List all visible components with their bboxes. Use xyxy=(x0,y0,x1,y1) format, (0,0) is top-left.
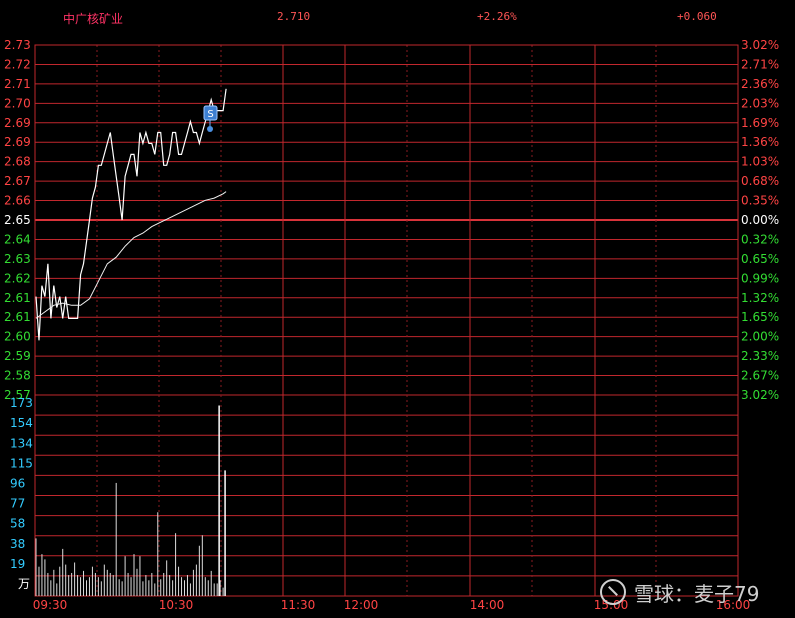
price-tick-label: 2.68 xyxy=(4,155,31,169)
snowball-logo-icon xyxy=(600,579,626,605)
volume-tick-label: 19 xyxy=(10,557,25,571)
price-tick-label: 2.63 xyxy=(4,252,31,266)
volume-tick-label: 115 xyxy=(10,456,33,470)
price-tick-label: 2.66 xyxy=(4,194,31,208)
time-tick-label: 12:00 xyxy=(344,598,379,612)
marker-label: S xyxy=(207,109,213,120)
watermark: 雪球：麦子79 xyxy=(600,578,759,607)
time-tick-label: 14:00 xyxy=(470,598,505,612)
price-tick-label: 2.60 xyxy=(4,330,31,344)
volume-tick-label: 173 xyxy=(10,396,33,410)
volume-tick-label: 58 xyxy=(10,517,25,531)
percent-tick-label: 2.36% xyxy=(741,77,779,91)
volume-tick-label: 万 xyxy=(18,577,30,591)
percent-tick-label: 0.32% xyxy=(741,232,779,246)
chart-frame xyxy=(34,44,739,597)
watermark-brand: 雪球 xyxy=(634,582,674,606)
percent-tick-label: 0.68% xyxy=(741,174,779,188)
price-tick-label: 2.72 xyxy=(4,57,31,71)
time-tick-label: 09:30 xyxy=(33,598,68,612)
percent-tick-label: 1.69% xyxy=(741,116,779,130)
price-tick-label: 2.65 xyxy=(4,213,31,227)
price-tick-label: 2.69 xyxy=(4,135,31,149)
percent-tick-label: 0.65% xyxy=(741,252,779,266)
percent-tick-label: 1.65% xyxy=(741,310,779,324)
chart-axes: 2.73 3.02% 2.72 2.71% 2.71 2.36% 2.70 2.03% 2.69… xyxy=(4,38,779,612)
volume-tick-label: 38 xyxy=(10,537,25,551)
price-tick-label: 2.62 xyxy=(4,271,31,285)
percent-tick-label: 1.32% xyxy=(741,291,779,305)
percent-tick-label: 1.36% xyxy=(741,135,779,149)
percent-tick-label: 0.99% xyxy=(741,271,779,285)
watermark-separator: ： xyxy=(674,582,694,606)
percent-tick-label: 2.00% xyxy=(741,330,779,344)
intraday-chart[interactable]: 2.73 3.02% 2.72 2.71% 2.71 2.36% 2.70 2.03% 2.69… xyxy=(0,0,795,618)
percent-tick-label: 2.03% xyxy=(741,96,779,110)
percent-tick-label: 3.02% xyxy=(741,38,779,52)
volume-tick-label: 77 xyxy=(10,497,25,511)
percent-tick-label: 0.00% xyxy=(741,213,779,227)
price-tick-label: 2.64 xyxy=(4,232,31,246)
price-lines xyxy=(35,88,227,341)
marker-dot xyxy=(207,126,213,132)
time-tick-label: 10:30 xyxy=(159,598,194,612)
percent-tick-label: 3.02% xyxy=(741,388,779,402)
volume-tick-label: 134 xyxy=(10,436,33,450)
chart-grid xyxy=(34,44,739,597)
trade-marker: S xyxy=(203,105,218,132)
volume-tick-label: 154 xyxy=(10,416,33,430)
percent-tick-label: 1.03% xyxy=(741,155,779,169)
price-tick-label: 2.67 xyxy=(4,174,31,188)
price-tick-label: 2.58 xyxy=(4,369,31,383)
volume-tick-label: 96 xyxy=(10,477,25,491)
price-tick-label: 2.69 xyxy=(4,116,31,130)
time-tick-label: 11:30 xyxy=(281,598,316,612)
watermark-author: 麦子79 xyxy=(694,582,760,606)
price-tick-label: 2.70 xyxy=(4,96,31,110)
price-tick-label: 2.71 xyxy=(4,77,31,91)
price-tick-label: 2.73 xyxy=(4,38,31,52)
percent-tick-label: 2.71% xyxy=(741,57,779,71)
percent-tick-label: 2.33% xyxy=(741,349,779,363)
percent-tick-label: 0.35% xyxy=(741,194,779,208)
percent-tick-label: 2.67% xyxy=(741,369,779,383)
price-tick-label: 2.61 xyxy=(4,291,31,305)
price-tick-label: 2.59 xyxy=(4,349,31,363)
average-price-line xyxy=(35,191,227,319)
volume-bars xyxy=(35,405,226,596)
price-line xyxy=(35,88,227,341)
price-tick-label: 2.61 xyxy=(4,310,31,324)
